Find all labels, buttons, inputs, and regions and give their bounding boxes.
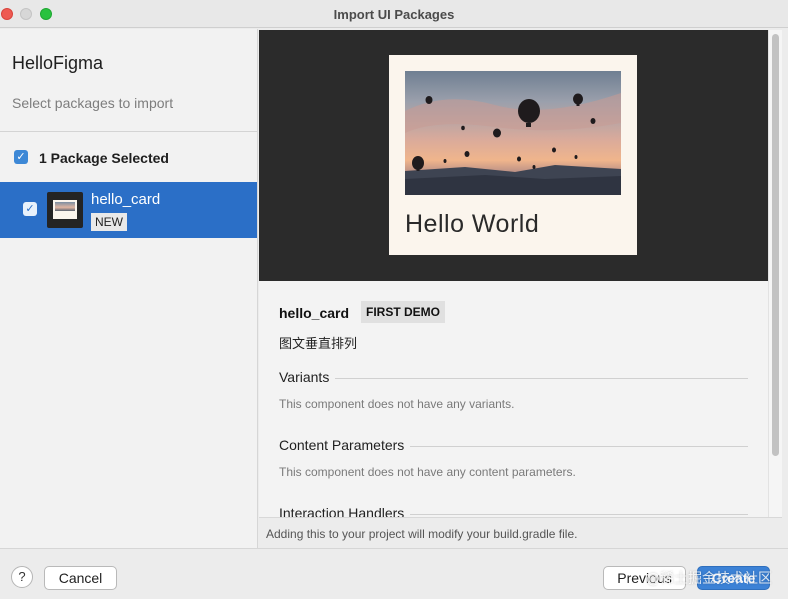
new-badge: NEW (91, 213, 127, 231)
hot-air-balloons-image (405, 71, 621, 195)
package-name: hello_card (91, 191, 161, 208)
variants-text: This component does not have any variant… (279, 397, 515, 411)
select-all-checkbox[interactable]: ✓ (14, 150, 28, 164)
section-divider (279, 378, 748, 379)
sidebar-subtitle: Select packages to import (12, 95, 174, 111)
section-title: Content Parameters (279, 437, 411, 453)
package-count-label: 1 Package Selected (39, 150, 169, 166)
hello-card-preview: Hello World (389, 55, 637, 255)
watermark: @稀土掘金技术社区 (646, 571, 772, 587)
card-title: Hello World (405, 210, 540, 238)
window-title: Import UI Packages (333, 7, 455, 22)
dialog-button-bar: ? Cancel Previous Create @稀土掘金技术社区 (0, 548, 788, 599)
component-details: hello_card FIRST DEMO 图文垂直排列 Variants Th… (259, 281, 768, 517)
app-name: HelloFigma (12, 53, 104, 73)
package-sidebar: HelloFigma Select packages to import ✓ 1… (0, 29, 258, 548)
help-button[interactable]: ? (11, 566, 33, 588)
section-title: Interaction Handlers (279, 505, 411, 517)
package-thumbnail (47, 192, 83, 228)
package-checkbox[interactable]: ✓ (23, 202, 37, 216)
thumbnail-card (53, 200, 77, 219)
component-name: hello_card (279, 305, 350, 321)
sidebar-divider (0, 131, 257, 132)
first-demo-badge: FIRST DEMO (361, 301, 445, 323)
interaction-handlers-section: Interaction Handlers (279, 505, 748, 517)
package-item-hello-card[interactable]: ✓ hello_card NEW (0, 182, 257, 238)
component-preview: Hello World (259, 30, 768, 281)
details-scrollbar[interactable] (768, 30, 782, 517)
section-title: Variants (279, 369, 336, 385)
footer-note: Adding this to your project will modify … (259, 517, 782, 548)
build-gradle-note: Adding this to your project will modify … (266, 527, 578, 541)
scrollbar-thumb[interactable] (772, 34, 779, 456)
cancel-button[interactable]: Cancel (44, 566, 117, 590)
component-description: 图文垂直排列 (279, 336, 358, 351)
content-parameters-section: Content Parameters (279, 437, 748, 455)
thumbnail-image (55, 202, 75, 211)
variants-section: Variants (279, 369, 748, 387)
content-parameters-text: This component does not have any content… (279, 465, 576, 479)
title-bar: Import UI Packages (0, 0, 788, 28)
